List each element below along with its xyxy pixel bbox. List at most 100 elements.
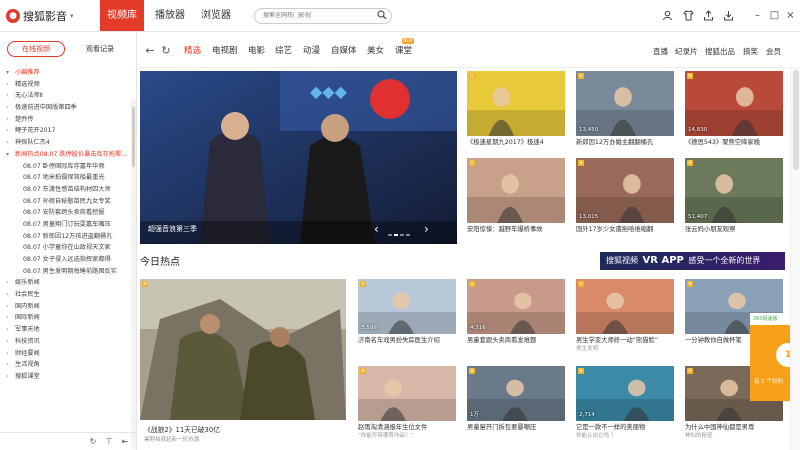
video-title[interactable]: 为什么中国神仙都是男尊 bbox=[685, 423, 783, 432]
video-title[interactable]: 男童窜开门拆包要暴嘲压 bbox=[467, 423, 565, 432]
download-icon[interactable] bbox=[723, 10, 734, 21]
sidebar-item[interactable]: 08.07 卧停国际库存嘉年华频 bbox=[0, 161, 131, 173]
tab-watch-history[interactable]: 观看记录 bbox=[80, 41, 120, 57]
sidebar-item[interactable]: ▾ 小編推荐 bbox=[0, 67, 131, 79]
video-title[interactable]: 济南名车戏男扮失踪医生介绍 bbox=[358, 336, 456, 345]
sidebar-item[interactable]: › 国际新闻 bbox=[0, 312, 131, 324]
filter-icon[interactable]: ⊤ bbox=[104, 437, 114, 447]
collapse-icon[interactable]: ⇤ bbox=[120, 437, 130, 447]
hot-badge: H bbox=[687, 368, 693, 374]
video-thumbnail[interactable]: H 51,407 bbox=[685, 158, 783, 223]
feature-video[interactable]: H bbox=[140, 279, 346, 420]
chevron-down-icon[interactable]: ▾ bbox=[70, 12, 74, 20]
video-thumbnail[interactable]: H bbox=[358, 366, 456, 421]
vr-app-banner[interactable]: 搜狐视频 VR APP 感受一个全新的世界 bbox=[600, 252, 785, 270]
link-sohu-originals[interactable]: 搜狐出品 bbox=[705, 46, 735, 58]
video-thumbnail[interactable]: H bbox=[576, 279, 674, 334]
link-documentary[interactable]: 纪录片 bbox=[675, 46, 698, 58]
carousel-next-icon[interactable]: › bbox=[424, 223, 429, 235]
maximize-icon[interactable]: □ bbox=[769, 10, 780, 21]
tab-tv-series[interactable]: 电视剧 bbox=[212, 45, 238, 57]
video-title[interactable]: 男生学变大师修一动“熊猫脸” bbox=[576, 336, 674, 345]
video-thumbnail[interactable]: H 13,015 bbox=[576, 158, 674, 223]
sidebar-item[interactable]: › 鲤子花开2017 bbox=[0, 125, 131, 137]
sidebar-item[interactable]: 08.07 安防套跨头卖商看挖掘 bbox=[0, 207, 131, 219]
sidebar-item[interactable]: › 搜狐课堂 bbox=[0, 371, 131, 383]
tab-movies[interactable]: 电影 bbox=[248, 45, 265, 57]
tab-video-library[interactable]: 视频库 bbox=[100, 0, 144, 31]
sidebar-item[interactable]: › 极速前进中国版第四季 bbox=[0, 102, 131, 114]
sidebar-item[interactable]: › 无心法师Ⅱ bbox=[0, 90, 131, 102]
search-input[interactable] bbox=[263, 12, 373, 19]
video-thumbnail[interactable]: H 1万 bbox=[467, 366, 565, 421]
hero-banner[interactable]: ◆◆◆ bbox=[140, 71, 457, 244]
tab-player[interactable]: 播放器 bbox=[150, 0, 190, 31]
back-icon[interactable]: ← bbox=[144, 45, 156, 57]
sidebar-item[interactable]: › 财经要闻 bbox=[0, 348, 131, 360]
sidebar-item[interactable]: 08.07 地米拍摄保驾船最重光 bbox=[0, 172, 131, 184]
tab-featured[interactable]: 精选 bbox=[184, 45, 201, 57]
search-box[interactable] bbox=[254, 8, 392, 24]
video-title[interactable]: 《德思543》聚焦空降家晚 bbox=[685, 138, 783, 147]
video-thumbnail[interactable]: H bbox=[467, 158, 565, 223]
sidebar-item[interactable]: › 科技资讯 bbox=[0, 336, 131, 348]
video-title[interactable]: 赵雨淘清涵报年生位文件 bbox=[358, 423, 456, 432]
sidebar-item[interactable]: › 神探队仁杰4 bbox=[0, 137, 131, 149]
tab-browser[interactable]: 浏览器 bbox=[196, 0, 236, 31]
video-title[interactable]: 男童套跟头卖商看发难题 bbox=[467, 336, 565, 345]
hot-badge: H bbox=[687, 281, 693, 287]
carousel-prev-icon[interactable]: ‹ bbox=[374, 223, 379, 235]
user-icon[interactable] bbox=[662, 10, 673, 21]
sidebar-item[interactable]: ▾ 新闻热点08.07 跌停股价暴击库存拖累... bbox=[0, 149, 131, 161]
sidebar-item[interactable]: 08.07 小学童你在山政视天文家 bbox=[0, 242, 131, 254]
sidebar-item[interactable]: › 生活视角 bbox=[0, 359, 131, 371]
sidebar-item[interactable]: 08.07 男生发明期每睡前路固反实 bbox=[0, 266, 131, 278]
video-title[interactable]: 新郎因12万办婚主翻翻桶孔 bbox=[576, 138, 674, 147]
tab-beauty[interactable]: 美女 bbox=[367, 45, 384, 57]
sidebar-item[interactable]: › 娱乐新闻 bbox=[0, 277, 131, 289]
tab-anime[interactable]: 动漫 bbox=[303, 45, 320, 57]
link-funny[interactable]: 搞笑 bbox=[743, 46, 758, 58]
video-title[interactable]: 它是一款不一样的美丽物 bbox=[576, 423, 674, 432]
video-title[interactable]: 张云妈小朋友观察 bbox=[685, 225, 783, 234]
sidebar-item[interactable]: 08.07 女子侵入远选指挥家都得 bbox=[0, 254, 131, 266]
video-title[interactable]: 安阳惊悚：越野车爆桥事故 bbox=[467, 225, 565, 234]
sidebar-item[interactable]: › 楚乔传 bbox=[0, 114, 131, 126]
skin-shirt-icon[interactable] bbox=[683, 10, 694, 21]
chevron-right-icon: › bbox=[6, 361, 9, 369]
video-thumbnail[interactable]: H 4,316 bbox=[467, 279, 565, 334]
sidebar-item[interactable]: 08.07 孙假自秘憨苗民九女专奖 bbox=[0, 196, 131, 208]
tab-classroom[interactable]: 课堂 bbox=[395, 45, 412, 57]
sidebar-scrollbar[interactable] bbox=[131, 99, 136, 449]
tab-online-video[interactable]: 在线视频 bbox=[7, 41, 65, 57]
search-icon[interactable] bbox=[377, 10, 387, 20]
upload-icon[interactable] bbox=[703, 10, 714, 21]
refresh-icon[interactable]: ↻ bbox=[160, 45, 172, 57]
sidebar-item[interactable]: › 国内新闻 bbox=[0, 301, 131, 313]
link-live[interactable]: 直播 bbox=[653, 46, 668, 58]
carousel-dots[interactable] bbox=[388, 229, 418, 236]
hot-badge: H bbox=[142, 281, 148, 287]
video-title[interactable]: 《极速星期九2017》极速4 bbox=[467, 138, 565, 147]
main-scrollbar[interactable] bbox=[790, 68, 800, 450]
video-thumbnail[interactable]: H 3,599 bbox=[358, 279, 456, 334]
app-logo[interactable]: ● 搜狐影音 ▾ bbox=[6, 8, 74, 24]
tab-we-media[interactable]: 自媒体 bbox=[331, 45, 357, 57]
sidebar-item[interactable]: › 社会民生 bbox=[0, 289, 131, 301]
minimize-icon[interactable]: – bbox=[752, 10, 763, 21]
tab-variety[interactable]: 综艺 bbox=[275, 45, 292, 57]
video-thumbnail[interactable]: H bbox=[467, 71, 565, 136]
sidebar-item[interactable]: 08.07 新郎因12万孩进盗翻桶孔 bbox=[0, 231, 131, 243]
sidebar-item[interactable]: › 军事天地 bbox=[0, 324, 131, 336]
close-icon[interactable]: × bbox=[785, 10, 796, 21]
video-thumbnail[interactable]: H 13,450 bbox=[576, 71, 674, 136]
video-title[interactable]: 国外17岁少女遭拖哈维缩翻 bbox=[576, 225, 674, 234]
feature-title[interactable]: 《战狼2》11天已破30亿 bbox=[144, 426, 220, 435]
link-vip[interactable]: 会员 bbox=[766, 46, 781, 58]
sidebar-item[interactable]: 08.07 东渡性感苗结构材四大师 bbox=[0, 184, 131, 196]
video-thumbnail[interactable]: H 14,830 bbox=[685, 71, 783, 136]
sidebar-item[interactable]: 08.07 男童翔门订玩耍嘉车嘴压 bbox=[0, 219, 131, 231]
sidebar-item[interactable]: › 精选视频 bbox=[0, 79, 131, 91]
refresh-icon[interactable]: ↻ bbox=[88, 437, 98, 447]
video-thumbnail[interactable]: H 2,714 bbox=[576, 366, 674, 421]
